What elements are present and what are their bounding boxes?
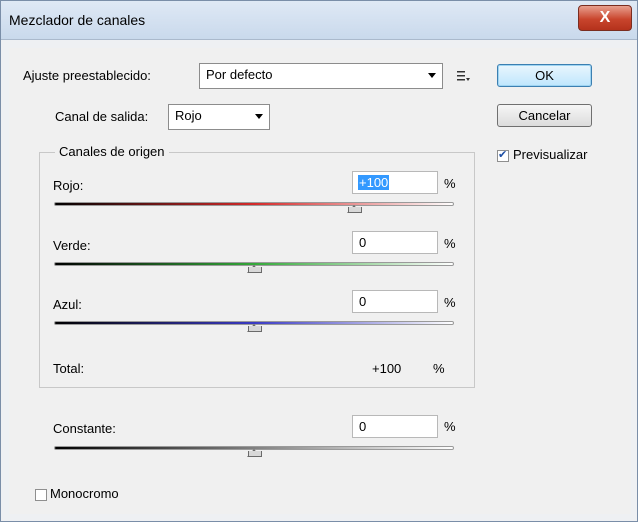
total-unit: %	[433, 361, 445, 376]
output-channel-value: Rojo	[175, 108, 202, 123]
channel-mixer-dialog: Mezclador de canales X Ajuste preestable…	[0, 0, 638, 522]
green-value-field[interactable]: 0	[352, 231, 438, 254]
blue-unit: %	[444, 295, 456, 310]
close-button[interactable]: X	[578, 5, 632, 31]
total-label: Total:	[53, 361, 85, 376]
red-slider-track[interactable]	[54, 202, 454, 206]
constant-value: 0	[359, 419, 367, 434]
monochrome-checkbox[interactable]	[35, 489, 47, 501]
preset-label: Ajuste preestablecido:	[23, 68, 151, 83]
blue-value-field[interactable]: 0	[352, 290, 438, 313]
green-label: Verde:	[53, 238, 91, 253]
constant-value-field[interactable]: 0	[352, 415, 438, 438]
blue-label: Azul:	[53, 297, 82, 312]
green-unit: %	[444, 236, 456, 251]
chevron-down-icon	[255, 114, 263, 119]
preview-checkbox[interactable]	[497, 148, 509, 162]
constant-unit: %	[444, 419, 456, 434]
constant-label: Constante:	[53, 421, 116, 436]
preset-dropdown[interactable]: Por defecto	[199, 63, 443, 89]
red-label: Rojo:	[53, 178, 84, 193]
blue-value: 0	[359, 294, 367, 309]
green-value: 0	[359, 235, 367, 250]
red-unit: %	[444, 176, 456, 191]
monochrome-label: Monocromo	[50, 486, 119, 501]
red-value-field[interactable]: +100	[352, 171, 438, 194]
preset-options-icon[interactable]	[457, 70, 471, 82]
dialog-title: Mezclador de canales	[9, 12, 146, 28]
output-channel-label: Canal de salida:	[55, 109, 149, 124]
preset-value: Por defecto	[206, 67, 273, 82]
source-channels-title: Canales de origen	[55, 144, 169, 159]
output-channel-dropdown[interactable]: Rojo	[168, 104, 270, 130]
chevron-down-icon	[428, 73, 436, 78]
red-value: +100	[358, 175, 390, 190]
close-icon: X	[599, 9, 611, 26]
cancel-button[interactable]: Cancelar	[497, 104, 592, 127]
dialog-body: Ajuste preestablecido: Por defecto Canal…	[9, 48, 631, 514]
ok-button[interactable]: OK	[497, 64, 592, 87]
title-bar: Mezclador de canales X	[1, 1, 637, 40]
preview-label: Previsualizar	[513, 147, 588, 162]
total-value: +100	[372, 361, 402, 376]
